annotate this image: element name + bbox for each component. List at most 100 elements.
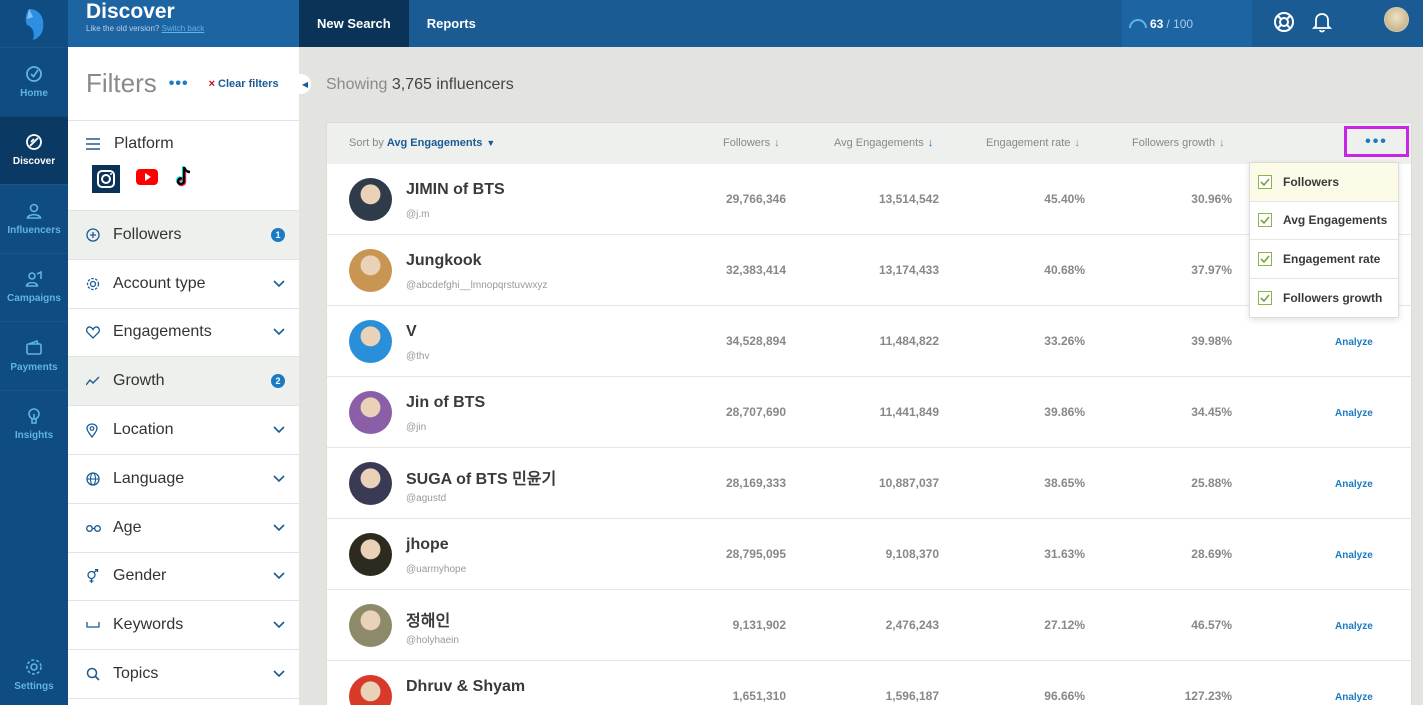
- clear-filters-button[interactable]: × Clear filters: [209, 78, 279, 90]
- filters-title: Filters: [86, 68, 157, 98]
- app-logo[interactable]: [0, 0, 68, 47]
- avatar[interactable]: [349, 675, 392, 705]
- followers-value: 28,795,095: [725, 547, 786, 561]
- sort-by-dropdown[interactable]: Sort by Avg Engagements ▼: [349, 137, 495, 149]
- table-row[interactable]: SUGA of BTS 민윤기 @agustd 28,169,333 10,887,0…: [327, 448, 1411, 519]
- filter-growth[interactable]: Growth 2: [68, 357, 299, 407]
- influencer-name[interactable]: JIMIN of BTS: [406, 181, 505, 199]
- glasses-icon: [86, 524, 102, 532]
- credits-gauge-icon: [1129, 19, 1147, 29]
- tiktok-icon[interactable]: [174, 165, 194, 193]
- table-header: Sort by Avg Engagements ▼ Followers ↓ Avg E…: [327, 123, 1411, 164]
- analyze-link[interactable]: Analyze: [1335, 550, 1373, 561]
- table-row[interactable]: Jin of BTS @jin 28,707,690 11,441,849 39.86%…: [327, 377, 1411, 448]
- checkbox-checked-icon[interactable]: [1258, 213, 1272, 228]
- column-header-followers-growth[interactable]: Followers growth ↓: [1132, 137, 1225, 149]
- wallet-icon: [26, 339, 42, 355]
- instagram-icon[interactable]: [92, 165, 120, 193]
- influencer-name[interactable]: Jin of BTS: [406, 394, 485, 412]
- rail-item-discover[interactable]: Discover: [0, 115, 68, 184]
- filters-more-button[interactable]: •••: [169, 75, 189, 93]
- filter-followers[interactable]: Followers 1: [68, 211, 299, 260]
- influencer-name[interactable]: Dhruv & Shyam: [406, 678, 525, 696]
- menu-item-engagement-rate[interactable]: Engagement rate: [1250, 240, 1398, 279]
- avg-engagements-value: 11,441,849: [879, 405, 939, 419]
- column-header-avg-engagements[interactable]: Avg Engagements ↓: [834, 137, 933, 149]
- filter-language[interactable]: Language: [68, 455, 299, 504]
- influencer-handle: @abcdefghi__lmnopqrstuvwxyz: [406, 280, 548, 291]
- influencer-name[interactable]: SUGA of BTS 민윤기: [406, 465, 556, 489]
- influencer-name[interactable]: Jungkook: [406, 252, 482, 270]
- help-icon[interactable]: [1273, 11, 1295, 38]
- engagement-rate-value: 33.26%: [1044, 334, 1085, 348]
- collapse-panel-button[interactable]: ◀: [299, 74, 311, 94]
- followers-growth-value: 127.23%: [1184, 689, 1232, 703]
- avatar[interactable]: [349, 320, 392, 363]
- followers-growth-value: 46.57%: [1191, 618, 1232, 632]
- analyze-link[interactable]: Analyze: [1335, 337, 1373, 348]
- influencer-name[interactable]: V: [406, 323, 417, 341]
- column-header-followers[interactable]: Followers ↓: [723, 137, 780, 149]
- column-header-engagement-rate[interactable]: Engagement rate ↓: [986, 137, 1080, 149]
- column-options-button[interactable]: •••: [1344, 126, 1409, 157]
- gear-icon: [26, 659, 42, 675]
- analyze-link[interactable]: Analyze: [1335, 692, 1373, 703]
- avatar[interactable]: [1384, 7, 1409, 32]
- influencer-name[interactable]: 정해인: [406, 607, 450, 631]
- avatar[interactable]: [349, 391, 392, 434]
- chevron-down-icon: [273, 280, 285, 287]
- filter-engagements[interactable]: Engagements: [68, 309, 299, 358]
- table-row[interactable]: Dhruv & Shyam 1,651,310 1,596,187 96.66% 127…: [327, 661, 1411, 705]
- rail-item-settings[interactable]: Settings: [0, 645, 68, 705]
- avg-engagements-value: 11,484,822: [879, 334, 939, 348]
- brand-block: Discover Like the old version? Switch ba…: [68, 0, 299, 47]
- filter-age[interactable]: Age: [68, 504, 299, 553]
- influencer-handle: @holyhaein: [406, 635, 459, 646]
- rail-item-insights[interactable]: Insights: [0, 389, 68, 459]
- engagement-rate-value: 27.12%: [1044, 618, 1085, 632]
- filter-location[interactable]: Location: [68, 406, 299, 455]
- checkbox-checked-icon[interactable]: [1258, 174, 1272, 189]
- analyze-link[interactable]: Analyze: [1335, 408, 1373, 419]
- followers-value: 32,383,414: [725, 263, 786, 277]
- avatar[interactable]: [349, 533, 392, 576]
- analyze-link[interactable]: Analyze: [1335, 621, 1373, 632]
- followers-growth-value: 39.98%: [1191, 334, 1232, 348]
- tab-new-search[interactable]: New Search: [299, 0, 409, 47]
- tab-reports[interactable]: Reports: [409, 0, 494, 47]
- avatar[interactable]: [349, 462, 392, 505]
- filter-keywords[interactable]: Keywords: [68, 601, 299, 651]
- followers-value: 1,651,310: [732, 689, 786, 703]
- avg-engagements-value: 13,174,433: [878, 263, 939, 277]
- filter-gender[interactable]: Gender: [68, 553, 299, 602]
- avg-engagements-value: 10,887,037: [878, 476, 939, 490]
- rail-item-campaigns[interactable]: Campaigns: [0, 252, 68, 322]
- youtube-icon[interactable]: [136, 168, 158, 190]
- analyze-link[interactable]: Analyze: [1335, 479, 1373, 490]
- rail-item-home[interactable]: Home: [0, 47, 68, 116]
- filter-account-type[interactable]: Account type: [68, 260, 299, 309]
- avatar[interactable]: [349, 604, 392, 647]
- table-row[interactable]: jhope @uarmyhope 28,795,095 9,108,370 31.63%…: [327, 519, 1411, 590]
- checkbox-checked-icon[interactable]: [1258, 251, 1272, 266]
- rail-item-payments[interactable]: Payments: [0, 321, 68, 390]
- trend-icon: [86, 376, 102, 386]
- avatar[interactable]: [349, 249, 392, 292]
- influencer-name[interactable]: jhope: [406, 536, 449, 554]
- table-row[interactable]: 정해인 @holyhaein 9,131,902 2,476,243 27.12% 46.…: [327, 590, 1411, 661]
- rail-item-influencers[interactable]: Influencers: [0, 184, 68, 253]
- avatar[interactable]: [349, 178, 392, 221]
- arrow-down-icon: ↓: [1074, 137, 1080, 149]
- switch-back-link[interactable]: Switch back: [162, 24, 205, 33]
- followers-growth-value: 34.45%: [1191, 405, 1232, 419]
- bell-icon[interactable]: [1311, 11, 1333, 38]
- checkbox-checked-icon[interactable]: [1258, 290, 1272, 305]
- chevron-down-icon: [273, 524, 285, 531]
- credits-counter[interactable]: 63/ 100: [1122, 0, 1252, 47]
- menu-item-avg-engagements[interactable]: Avg Engagements: [1250, 202, 1398, 240]
- menu-item-followers-growth[interactable]: Followers growth: [1250, 279, 1398, 318]
- menu-item-followers[interactable]: Followers: [1250, 163, 1398, 202]
- chevron-down-icon: [273, 572, 285, 580]
- influencer-handle: @uarmyhope: [406, 564, 467, 575]
- filter-topics[interactable]: Topics: [68, 650, 299, 699]
